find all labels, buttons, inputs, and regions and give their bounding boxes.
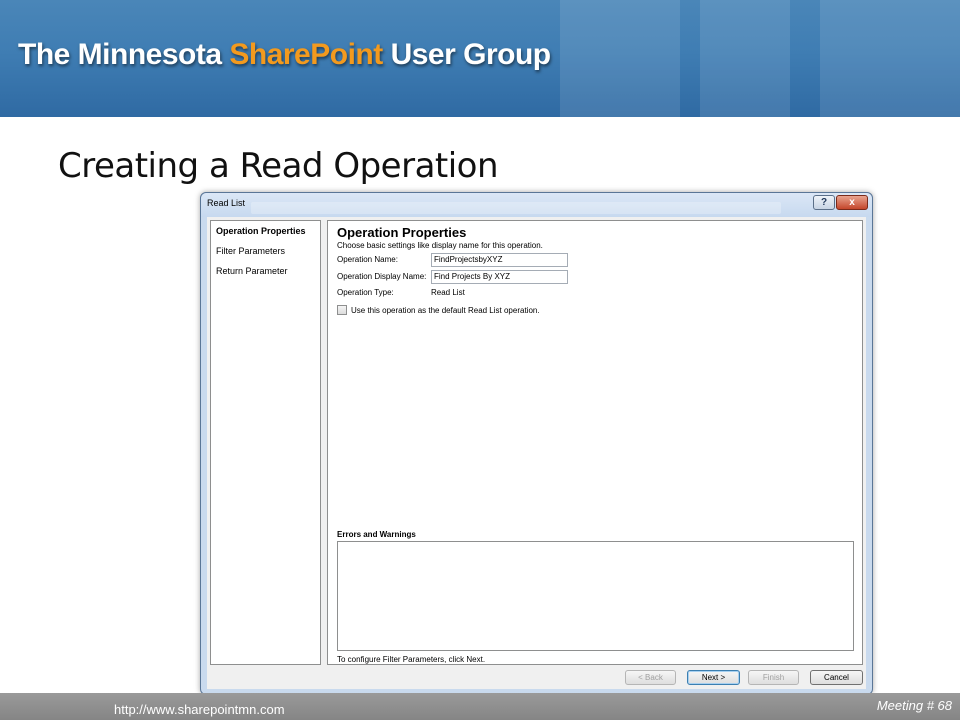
errors-warnings-label: Errors and Warnings	[337, 530, 416, 539]
banner-building-decoration	[700, 0, 790, 117]
dialog-button-bar: < Back Next > Finish Cancel	[207, 664, 866, 689]
operation-name-label: Operation Name:	[337, 255, 398, 264]
finish-button[interactable]: Finish	[748, 670, 799, 685]
close-icon: x	[849, 197, 855, 208]
panel-description: Choose basic settings like display name …	[337, 241, 543, 250]
help-button[interactable]: ?	[813, 195, 835, 210]
footer-url[interactable]: http://www.sharepointmn.com	[114, 702, 285, 717]
banner-building-decoration	[560, 0, 680, 117]
banner-building-decoration	[820, 0, 960, 117]
default-operation-checkbox-label[interactable]: Use this operation as the default Read L…	[351, 306, 540, 315]
step-return-parameter[interactable]: Return Parameter	[216, 266, 288, 276]
operation-type-label: Operation Type:	[337, 288, 394, 297]
slide-heading: Creating a Read Operation	[58, 146, 499, 186]
footer-meeting-number: Meeting # 68	[876, 698, 952, 713]
panel-title: Operation Properties	[337, 225, 467, 240]
dialog-title: Read List	[207, 198, 246, 208]
banner-title-suffix: User Group	[382, 38, 552, 71]
close-button[interactable]: x	[836, 195, 868, 210]
read-list-dialog: Read List ? x Operation Properties Filte…	[200, 192, 873, 695]
step-operation-properties[interactable]: Operation Properties	[216, 226, 306, 236]
slide-banner: The Minnesota SharePoint User Group	[0, 0, 960, 117]
slide-footer: http://www.sharepointmn.com Meeting # 68	[0, 693, 960, 720]
next-button[interactable]: Next >	[687, 670, 740, 685]
help-icon: ?	[820, 197, 828, 208]
banner-title-prefix: The Minnesota	[18, 38, 230, 71]
default-operation-checkbox[interactable]	[337, 305, 347, 315]
operation-display-name-label: Operation Display Name:	[337, 272, 427, 281]
back-button[interactable]: < Back	[625, 670, 676, 685]
dialog-client-area: Operation Properties Filter Parameters R…	[207, 217, 866, 689]
operation-properties-panel: Operation Properties Choose basic settin…	[327, 220, 863, 665]
operation-name-input[interactable]: FindProjectsbyXYZ	[431, 253, 568, 267]
operation-display-name-input[interactable]: Find Projects By XYZ	[431, 270, 568, 284]
banner-title-accent: SharePoint	[229, 38, 383, 71]
errors-warnings-box[interactable]	[337, 541, 854, 651]
banner-title: The Minnesota SharePoint User Group	[18, 38, 551, 72]
dialog-titlebar[interactable]: Read List ? x	[201, 193, 872, 217]
wizard-step-list: Operation Properties Filter Parameters R…	[210, 220, 321, 665]
operation-type-value: Read List	[431, 288, 465, 297]
background-window-tab	[251, 202, 781, 214]
wizard-hint: To configure Filter Parameters, click Ne…	[337, 655, 486, 664]
cancel-button[interactable]: Cancel	[810, 670, 863, 685]
step-filter-parameters[interactable]: Filter Parameters	[216, 246, 285, 256]
